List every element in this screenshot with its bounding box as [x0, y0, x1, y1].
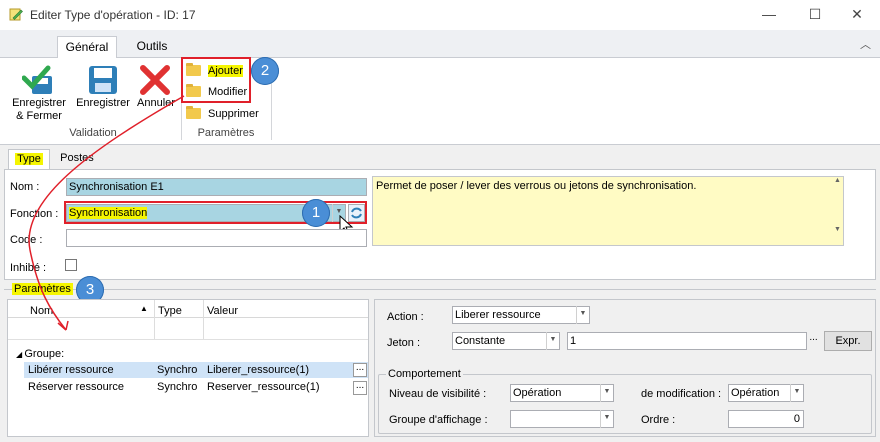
action-label: Action : — [387, 311, 424, 323]
modification-label: de modification : — [641, 388, 722, 400]
action-combo[interactable]: Liberer ressource ▼ — [452, 306, 590, 324]
modification-combo[interactable]: Opération ▼ — [728, 384, 804, 402]
visibilite-value: Opération — [513, 387, 562, 399]
chevron-down-icon[interactable]: ▼ — [576, 306, 589, 324]
chevron-down-icon[interactable]: ▼ — [790, 384, 803, 402]
visibilite-combo[interactable]: Opération ▼ — [510, 384, 614, 402]
jeton-ellipsis-button[interactable]: ... — [807, 332, 820, 350]
jeton-type-value: Constante — [455, 335, 506, 347]
comportement-label: Comportement — [386, 368, 463, 380]
action-value: Liberer ressource — [455, 309, 541, 321]
chevron-down-icon[interactable]: ▼ — [600, 384, 613, 402]
groupe-affichage-combo[interactable]: ▼ — [510, 410, 614, 428]
jeton-type-combo[interactable]: Constante ▼ — [452, 332, 560, 350]
ordre-field[interactable]: 0 — [728, 410, 804, 428]
jeton-value-field[interactable]: 1 — [567, 332, 807, 350]
modification-value: Opération — [731, 387, 780, 399]
visibilite-label: Niveau de visibilité : — [389, 388, 487, 400]
chevron-down-icon[interactable]: ▼ — [546, 332, 559, 350]
jeton-label: Jeton : — [387, 337, 421, 349]
groupe-affichage-label: Groupe d'affichage : — [389, 414, 488, 426]
ordre-label: Ordre : — [641, 414, 676, 426]
expr-button[interactable]: Expr. — [824, 331, 872, 351]
chevron-down-icon[interactable]: ▼ — [600, 410, 613, 428]
